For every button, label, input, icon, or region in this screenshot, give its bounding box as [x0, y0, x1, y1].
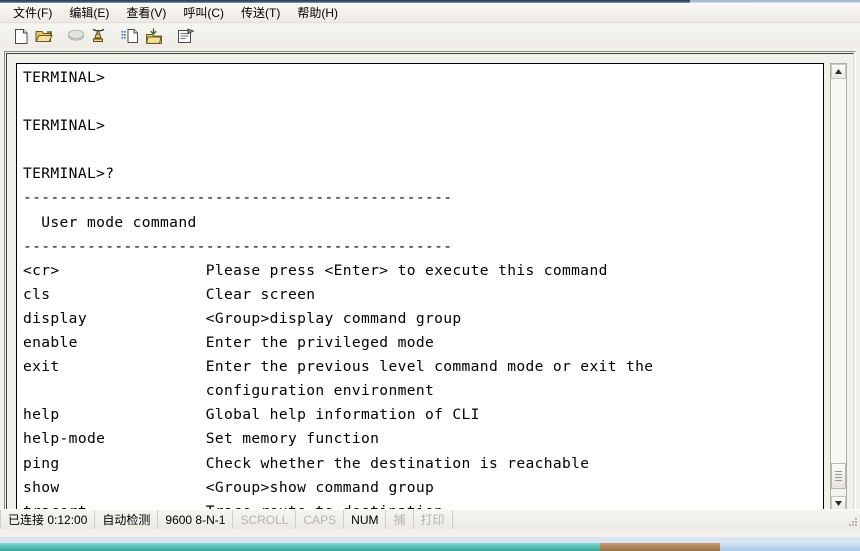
toolbar-spacer-2 [110, 25, 119, 47]
menu-bar: 文件(F) 编辑(E) 查看(V) 呼叫(C) 传送(T) 帮助(H) [0, 4, 860, 23]
scrollbar-track[interactable] [831, 79, 846, 463]
call-phone-icon [90, 27, 107, 45]
scrollbar-thumb[interactable] [831, 463, 846, 489]
desktop-strip [0, 543, 860, 551]
receive-file-button[interactable] [142, 25, 165, 47]
status-bar: 已连接 0:12:00 自动检测 9600 8-N-1 SCROLL CAPS … [0, 509, 860, 529]
disconnect-button[interactable] [64, 25, 87, 47]
status-scroll-indicator: SCROLL [233, 510, 297, 529]
new-document-icon [13, 28, 29, 45]
status-detect-mode: 自动检测 [95, 510, 159, 529]
hyperterminal-window: 文件(F) 编辑(E) 查看(V) 呼叫(C) 传送(T) 帮助(H) TERM… [0, 0, 860, 551]
window-body: 文件(F) 编辑(E) 查看(V) 呼叫(C) 传送(T) 帮助(H) TERM… [0, 3, 860, 537]
scrollbar-thumb-grip-icon [835, 469, 842, 483]
menu-transfer[interactable]: 传送(T) [234, 5, 287, 22]
properties-icon [177, 27, 195, 45]
status-print-indicator: 打印 [414, 510, 453, 529]
terminal-output: TERMINAL> TERMINAL> TERMINAL>? ---------… [23, 69, 654, 512]
toolbar-spacer-3 [165, 25, 174, 47]
receive-file-icon [145, 28, 163, 45]
status-empty-area [453, 510, 846, 529]
open-button[interactable] [32, 25, 55, 47]
menu-file[interactable]: 文件(F) [6, 5, 59, 22]
terminal-inner-frame: TERMINAL> TERMINAL> TERMINAL>? ---------… [6, 53, 854, 522]
send-file-button[interactable] [119, 25, 142, 47]
disconnect-icon [67, 29, 85, 43]
status-port-settings: 9600 8-N-1 [158, 510, 234, 529]
menu-edit[interactable]: 编辑(E) [62, 5, 116, 22]
terminal-screen[interactable]: TERMINAL> TERMINAL> TERMINAL>? ---------… [16, 63, 824, 512]
open-folder-icon [34, 28, 53, 44]
new-connection-button[interactable] [9, 25, 32, 47]
status-caps-indicator: CAPS [296, 510, 345, 529]
desktop-strip-teal [0, 543, 600, 551]
scroll-up-arrow-icon[interactable] [831, 64, 846, 79]
toolbar [0, 24, 860, 48]
terminal-vertical-scrollbar[interactable] [830, 63, 847, 512]
properties-button[interactable] [174, 25, 197, 47]
send-file-icon [121, 28, 140, 44]
toolbar-spacer-1 [55, 25, 64, 47]
menu-view[interactable]: 查看(V) [119, 5, 173, 22]
call-button[interactable] [87, 25, 110, 47]
toolbar-spacer-0 [0, 25, 9, 47]
menu-call[interactable]: 呼叫(C) [176, 5, 231, 22]
window-resize-grip-icon[interactable] [846, 510, 860, 529]
status-connection-time: 已连接 0:12:00 [0, 510, 96, 529]
desktop-strip-brown [600, 543, 720, 551]
menu-help[interactable]: 帮助(H) [290, 5, 345, 22]
desktop-strip-blue [720, 543, 860, 551]
status-num-indicator: NUM [344, 510, 387, 529]
terminal-frame: TERMINAL> TERMINAL> TERMINAL>? ---------… [4, 51, 856, 524]
status-capture-indicator: 捕 [386, 510, 414, 529]
